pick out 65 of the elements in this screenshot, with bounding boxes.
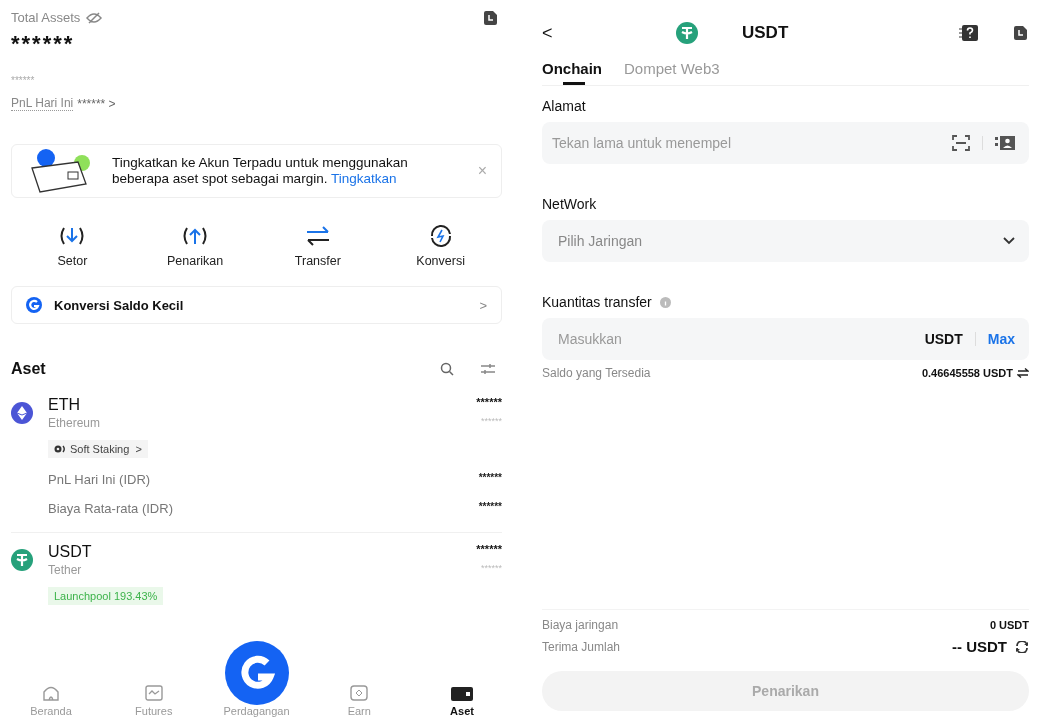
home-icon: [42, 685, 60, 701]
detail-value: ******: [478, 501, 502, 514]
tab[interactable]: Onchain: [542, 60, 602, 85]
launchpool-tag: Launchpool 193.43%: [48, 587, 164, 605]
asset-balance: ******: [476, 543, 502, 555]
soft-staking-tag[interactable]: Soft Staking >: [48, 440, 148, 458]
pnl-label: PnL Hari Ini: [11, 96, 74, 111]
network-select[interactable]: Pilih Jaringan: [542, 220, 1029, 262]
ethereum-coin-icon: [11, 402, 33, 424]
assets-title: Aset: [11, 360, 47, 378]
nav-tab[interactable]: Aset: [422, 687, 502, 717]
history-icon[interactable]: [482, 10, 498, 26]
tether-coin-icon: [11, 549, 33, 571]
field-label: Kuantitas transfer: [542, 294, 652, 310]
field-label: Alamat: [542, 98, 587, 114]
total-assets-label: Total Assets: [11, 10, 81, 25]
detail-value: ******: [478, 472, 502, 485]
swap-icon[interactable]: [1017, 368, 1029, 378]
detail-label: PnL Hari Ini (IDR): [48, 472, 151, 487]
action-button[interactable]: Transfer: [267, 224, 368, 268]
asset-name: Tether: [48, 563, 83, 577]
wallet-icon: [451, 687, 473, 701]
back-button[interactable]: <: [542, 22, 662, 44]
chevron-down-icon: [1003, 237, 1015, 245]
available-label: Saldo yang Tersedia: [542, 366, 652, 380]
fee-label: Biaya jaringan: [542, 618, 620, 632]
earn-icon: [350, 685, 369, 701]
eye-hidden-icon[interactable]: [86, 11, 103, 24]
upgrade-link[interactable]: Tingkatkan: [330, 171, 397, 186]
unit-label: USDT: [924, 331, 963, 347]
receive-value: -- USDT: [952, 638, 1007, 655]
asset-name: Ethereum: [48, 416, 102, 430]
refresh-icon[interactable]: [1015, 640, 1029, 653]
search-icon[interactable]: [440, 362, 454, 376]
asset-symbol: ETH: [48, 396, 81, 414]
scan-icon[interactable]: [952, 135, 970, 151]
action-button[interactable]: Setor: [22, 224, 123, 268]
address-field[interactable]: Tekan lama untuk menempel: [542, 122, 1029, 164]
help-icon[interactable]: [959, 24, 979, 42]
chart-icon: [144, 685, 163, 701]
max-button[interactable]: Max: [987, 331, 1015, 347]
pnl-link[interactable]: ****** >: [77, 96, 116, 111]
total-assets-value: ******: [11, 31, 76, 57]
logo-icon: [26, 297, 42, 313]
upgrade-message: Tingkatkan ke Akun Terpadu untuk menggunakan beberapa aset spot sebagai margin. Tingkatkan: [112, 155, 409, 187]
receive-label: Terima Jumlah: [542, 639, 622, 654]
trade-logo-icon: [224, 641, 289, 705]
page-title: USDT: [742, 23, 789, 43]
available-value: 0.46645558 USDT: [921, 367, 1013, 379]
fee-value: 0 USDT: [989, 619, 1029, 631]
address-book-icon[interactable]: [995, 135, 1015, 151]
field-label: NetWork: [542, 196, 598, 212]
tether-coin-icon: [676, 22, 698, 44]
total-assets-sub-value: ******: [11, 75, 36, 86]
action-button[interactable]: Penarikan: [145, 224, 246, 268]
history-icon[interactable]: [1011, 25, 1029, 41]
action-button[interactable]: Konversi: [390, 224, 491, 268]
asset-symbol: USDT: [48, 543, 93, 561]
small-balance-convert-row[interactable]: Konversi Saldo Kecil >: [11, 286, 502, 324]
asset-balance-sub: ******: [480, 416, 502, 426]
asset-balance-sub: ******: [480, 563, 502, 573]
detail-label: Biaya Rata-rata (IDR): [48, 501, 173, 516]
asset-balance: ******: [476, 396, 502, 408]
filter-icon[interactable]: [480, 363, 496, 375]
coins-icon: [54, 445, 66, 453]
